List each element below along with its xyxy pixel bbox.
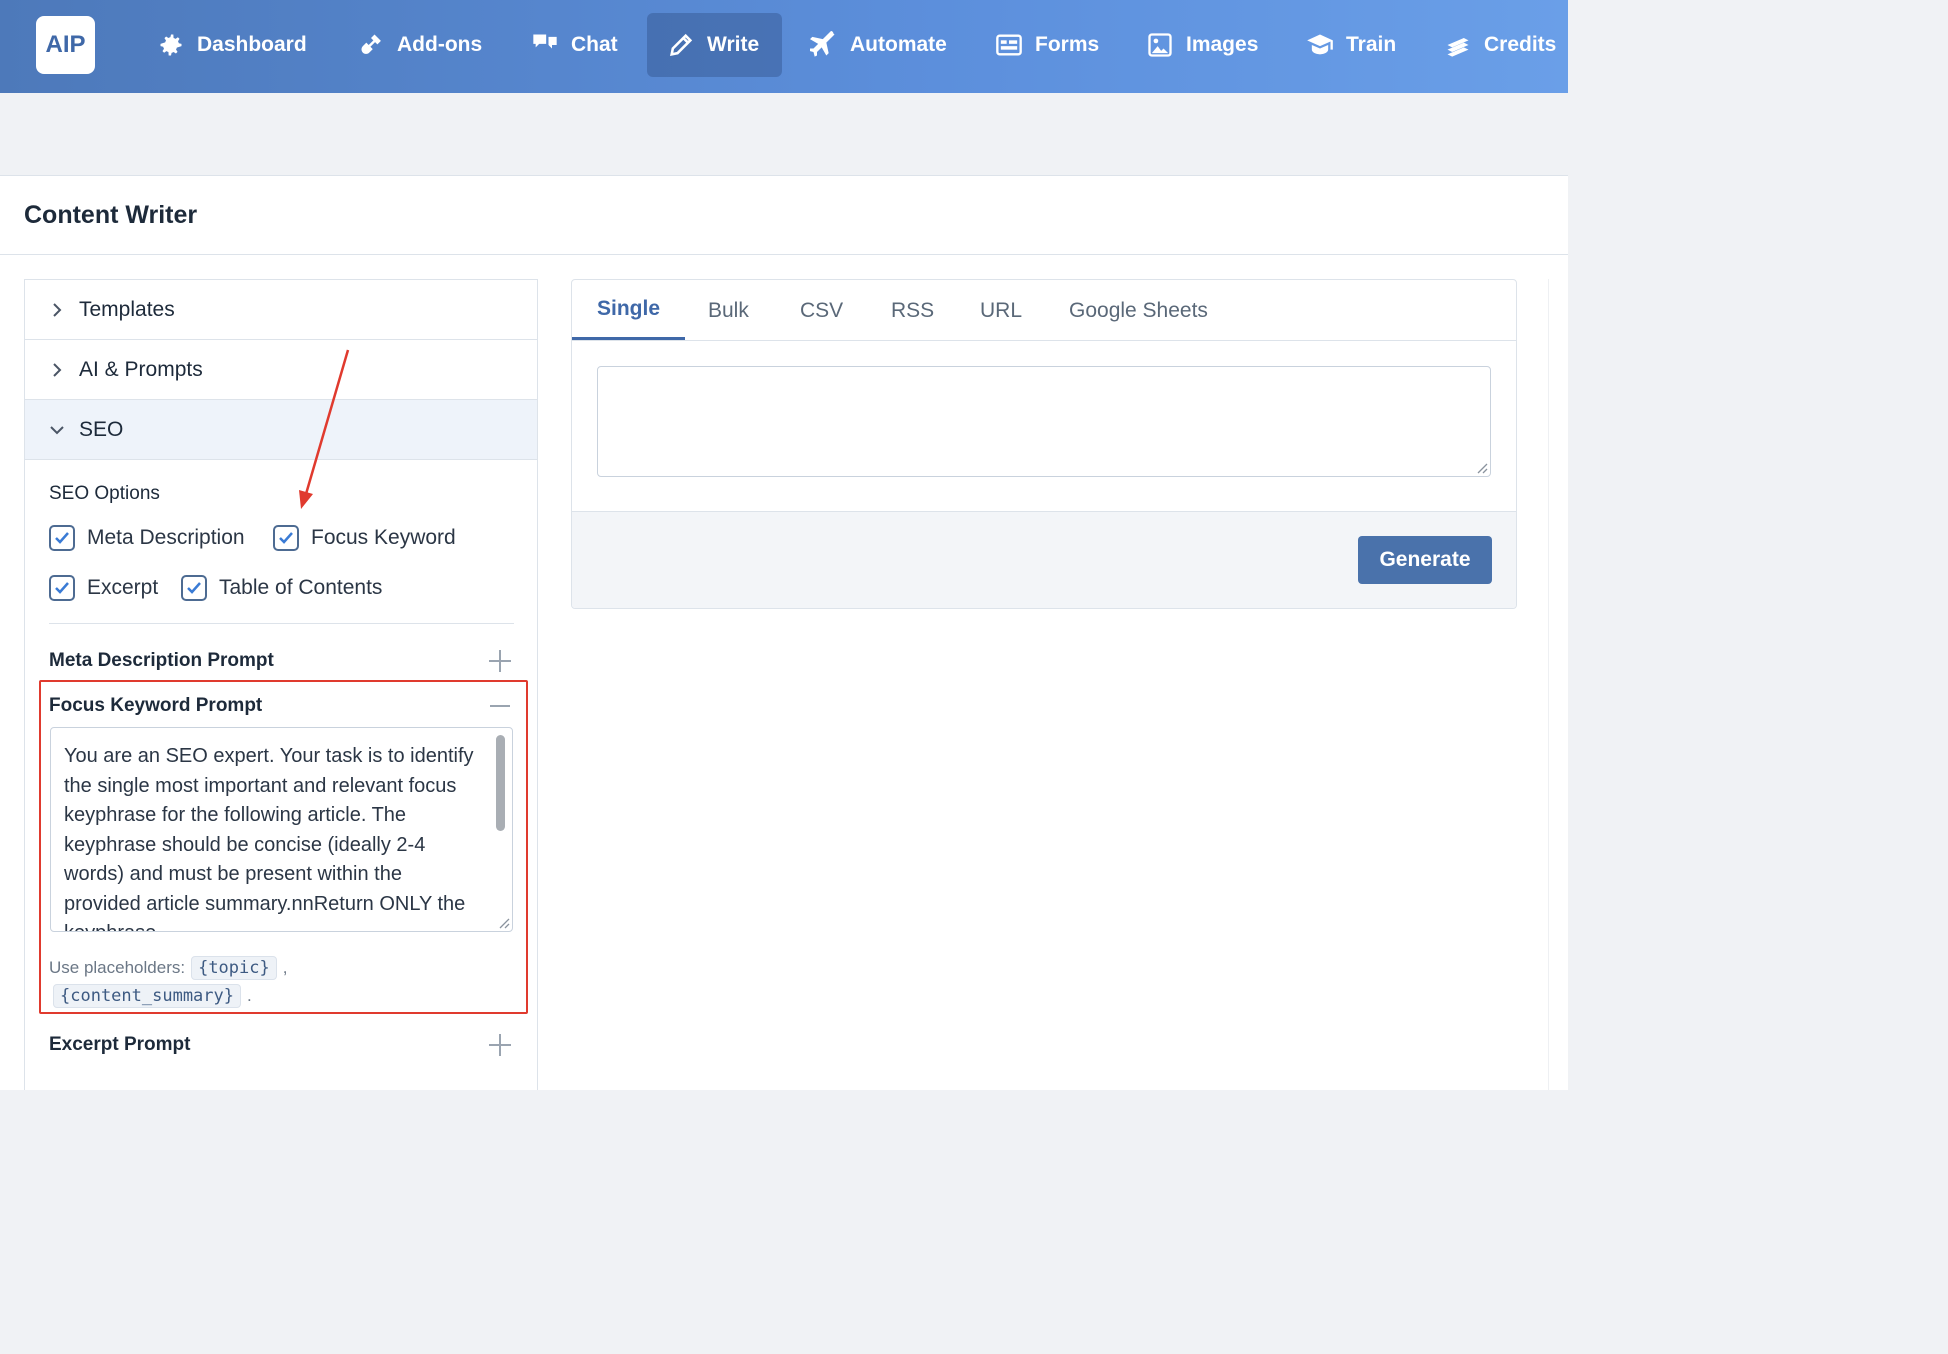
mode-tabs: Single Bulk CSV RSS URL Google Sheets xyxy=(572,280,1516,341)
accordion-templates[interactable]: Templates xyxy=(25,280,537,340)
right-divider xyxy=(1548,279,1549,1090)
content-writer-header: Content Writer xyxy=(0,175,1568,255)
tab-url[interactable]: URL xyxy=(980,280,1022,341)
nav-add-ons[interactable]: Add-ons xyxy=(337,13,502,77)
nav-label: Images xyxy=(1186,33,1259,56)
plus-icon[interactable] xyxy=(487,648,513,674)
option-focus-keyword[interactable]: Focus Keyword xyxy=(273,525,456,551)
excerpt-checkbox[interactable] xyxy=(49,575,75,601)
nav-credits[interactable]: Credits xyxy=(1424,13,1576,77)
nav-label: Chat xyxy=(571,33,618,56)
chat-bubbles-icon xyxy=(533,34,557,49)
checkbox-label: Excerpt xyxy=(87,576,159,599)
app-logo[interactable]: AIP xyxy=(36,16,95,74)
option-meta-description[interactable]: Meta Description xyxy=(49,525,245,551)
nav-dashboard[interactable]: Dashboard xyxy=(137,13,327,77)
nav-label: Credits xyxy=(1484,33,1557,56)
chevron-right-icon xyxy=(53,362,62,377)
graduation-cap-icon xyxy=(1307,34,1333,55)
action-bar: Generate xyxy=(572,511,1516,608)
image-icon xyxy=(1148,33,1172,57)
tab-google-sheets[interactable]: Google Sheets xyxy=(1069,280,1208,341)
checkbox-label: Meta Description xyxy=(87,526,245,549)
chevron-down-icon xyxy=(50,425,64,434)
writer-panel: Single Bulk CSV RSS URL Google Sheets Ge… xyxy=(571,279,1517,609)
nav-write[interactable]: Write xyxy=(647,13,782,77)
chevron-right-icon xyxy=(53,302,62,317)
check-icon xyxy=(55,582,69,594)
nav-forms[interactable]: Forms xyxy=(975,13,1119,77)
tab-single[interactable]: Single xyxy=(572,280,686,340)
coins-icon xyxy=(1447,38,1469,57)
option-table-of-contents[interactable]: Table of Contents xyxy=(181,575,382,601)
nav-automate[interactable]: Automate xyxy=(790,13,967,77)
accordion-label: SEO xyxy=(79,417,124,441)
resize-handle-icon[interactable] xyxy=(1474,460,1488,474)
accordion-label: AI & Prompts xyxy=(79,357,203,381)
prompt-label: Excerpt Prompt xyxy=(49,1034,191,1055)
pencil-icon xyxy=(670,33,693,56)
focus-keyword-checkbox[interactable] xyxy=(273,525,299,551)
accordion-label: Templates xyxy=(79,297,175,321)
nav-label: Write xyxy=(707,33,760,56)
tab-bulk[interactable]: Bulk xyxy=(708,280,749,341)
generate-button[interactable]: Generate xyxy=(1358,536,1492,584)
nav-label: Dashboard xyxy=(197,33,307,56)
plug-icon xyxy=(361,34,381,55)
nav-label: Forms xyxy=(1035,33,1100,56)
nav-label: Train xyxy=(1346,33,1397,56)
nav-images[interactable]: Images xyxy=(1126,13,1278,77)
excerpt-prompt-header[interactable]: Excerpt Prompt xyxy=(49,1030,513,1060)
check-icon xyxy=(55,532,69,544)
option-excerpt[interactable]: Excerpt xyxy=(49,575,158,601)
checkbox-label: Focus Keyword xyxy=(311,526,456,549)
plane-icon xyxy=(810,31,835,57)
section-divider xyxy=(49,623,514,624)
check-icon xyxy=(187,582,201,594)
accordion-ai-prompts[interactable]: AI & Prompts xyxy=(25,340,537,400)
nav-label: Add-ons xyxy=(397,33,483,56)
nav-chat[interactable]: Chat xyxy=(511,13,638,77)
page-title: Content Writer xyxy=(24,201,198,229)
nav-label: Automate xyxy=(850,33,947,56)
tab-rss[interactable]: RSS xyxy=(891,280,934,341)
annotation-highlight-box xyxy=(39,680,528,1014)
meta-description-prompt-header[interactable]: Meta Description Prompt xyxy=(49,646,513,676)
accordion-seo[interactable]: SEO xyxy=(25,400,537,460)
plus-icon[interactable] xyxy=(487,1032,513,1058)
tab-csv[interactable]: CSV xyxy=(800,280,843,341)
table-of-contents-checkbox[interactable] xyxy=(181,575,207,601)
nav-train[interactable]: Train xyxy=(1286,13,1416,77)
prompt-label: Meta Description Prompt xyxy=(49,650,274,671)
topic-textarea[interactable] xyxy=(597,366,1491,477)
form-icon xyxy=(996,34,1022,56)
gear-icon xyxy=(160,34,182,56)
meta-description-checkbox[interactable] xyxy=(49,525,75,551)
top-navigation-bar: AIP Dashboard Add-ons Chat Write Automat… xyxy=(0,0,1568,93)
check-icon xyxy=(279,532,293,544)
checkbox-label: Table of Contents xyxy=(219,576,383,599)
seo-options-label: SEO Options xyxy=(49,483,160,504)
